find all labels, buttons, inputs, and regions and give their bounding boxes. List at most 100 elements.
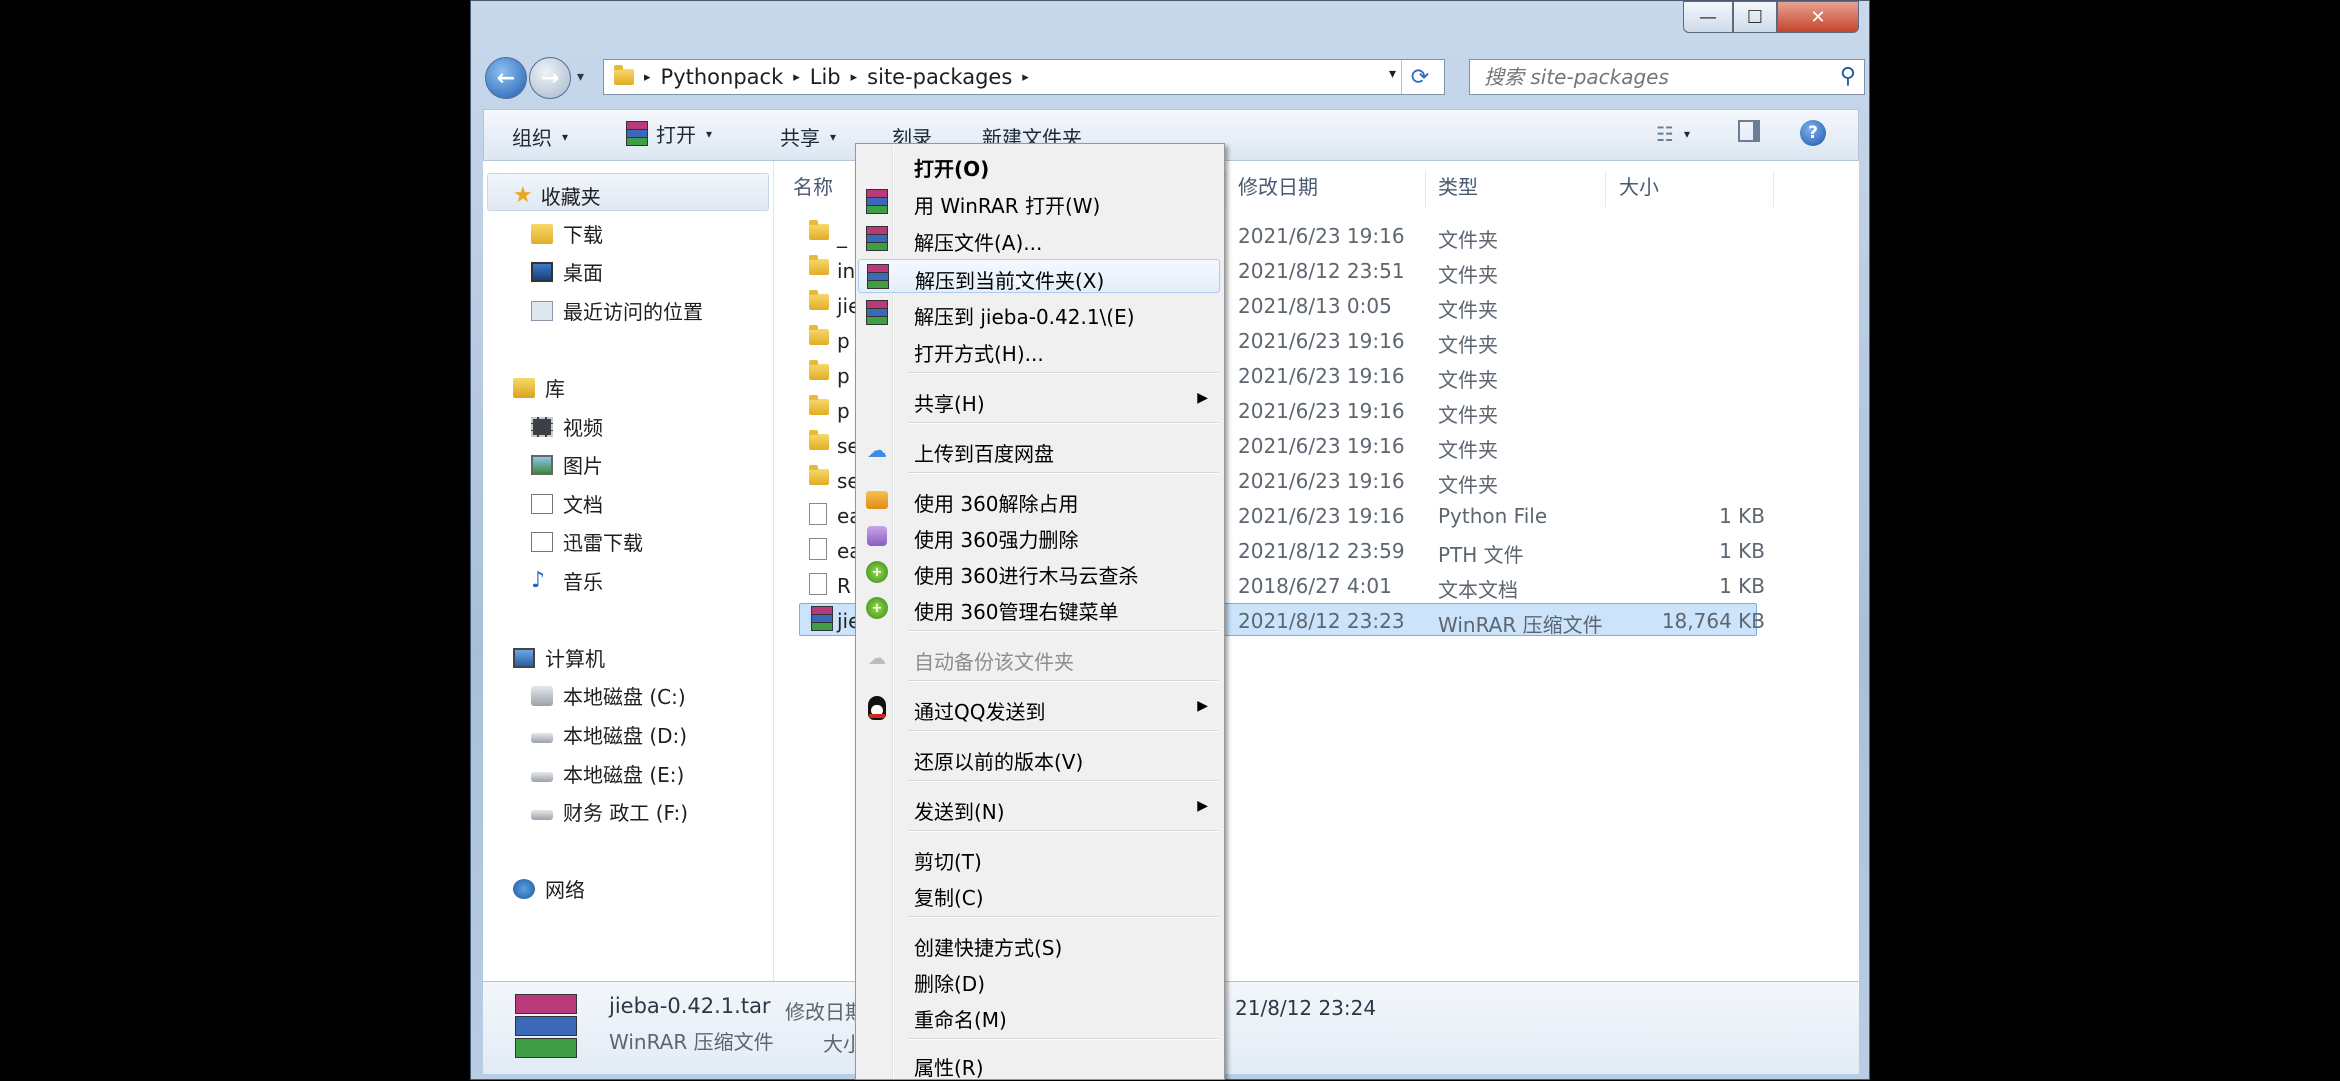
menu-item-extract-here[interactable]: 解压到当前文件夹(X) xyxy=(858,259,1220,293)
menu-item-rename[interactable]: 重命名(M) xyxy=(858,999,1220,1033)
address-dropdown[interactable]: ▾ xyxy=(1389,66,1396,82)
menu-item-360-scan[interactable]: + 使用 360进行木马云查杀 xyxy=(858,555,1220,589)
menu-separator xyxy=(908,730,1218,732)
menu-label: 使用 360强力删除 xyxy=(914,528,1079,552)
winrar-icon xyxy=(864,189,890,215)
nav-drive-f[interactable]: 财务 政工 (F:) xyxy=(531,797,688,826)
column-type[interactable]: 类型 xyxy=(1438,171,1478,200)
music-icon: ♪ xyxy=(531,568,546,593)
column-divider[interactable] xyxy=(1605,171,1606,207)
menu-separator xyxy=(908,780,1218,782)
column-divider[interactable] xyxy=(1225,171,1226,207)
minimize-button[interactable]: — xyxy=(1683,1,1733,33)
file-name: in xyxy=(837,259,856,283)
navigation-bar: ← → ▾ ▸ Pythonpack ▸ Lib ▸ site-packages… xyxy=(485,57,1865,101)
nav-libraries[interactable]: 库 xyxy=(513,373,565,402)
nav-network-label: 网络 xyxy=(545,878,585,902)
menu-item-create-shortcut[interactable]: 创建快捷方式(S) xyxy=(858,927,1220,961)
nav-pictures-label: 图片 xyxy=(563,454,603,478)
search-box[interactable]: ⚲ xyxy=(1469,59,1865,95)
menu-item-360-delete[interactable]: 使用 360强力删除 xyxy=(858,519,1220,553)
menu-item-extract-to-folder[interactable]: 解压到 jieba-0.42.1\(E) xyxy=(858,296,1220,330)
forward-button[interactable]: → xyxy=(529,57,571,99)
address-bar[interactable]: ▸ Pythonpack ▸ Lib ▸ site-packages ▸ ▾ ⟳ xyxy=(603,59,1445,95)
menu-item-360-menu-manager[interactable]: + 使用 360管理右键菜单 xyxy=(858,591,1220,625)
search-icon[interactable]: ⚲ xyxy=(1840,64,1856,89)
menu-item-restore-versions[interactable]: 还原以前的版本(V) xyxy=(858,741,1220,775)
nav-downloads[interactable]: 下载 xyxy=(531,219,603,248)
share-button[interactable]: 共享 ▾ xyxy=(780,122,836,151)
menu-item-open-winrar[interactable]: 用 WinRAR 打开(W) xyxy=(858,185,1220,219)
menu-item-send-via-qq[interactable]: 通过QQ发送到 ▶ xyxy=(858,691,1220,725)
help-button[interactable]: ? xyxy=(1800,120,1826,146)
refresh-icon[interactable]: ⟳ xyxy=(1401,60,1438,94)
menu-item-extract[interactable]: 解压文件(A)... xyxy=(858,222,1220,256)
column-name[interactable]: 名称 xyxy=(793,171,833,200)
column-date[interactable]: 修改日期 xyxy=(1238,171,1318,200)
file-size: 1 KB xyxy=(1719,539,1765,563)
file-date: 2021/6/23 19:16 xyxy=(1238,364,1405,388)
organize-button[interactable]: 组织 ▾ xyxy=(512,122,568,151)
breadcrumb-separator[interactable]: ▸ xyxy=(793,70,800,85)
menu-separator xyxy=(908,916,1218,918)
menu-item-copy[interactable]: 复制(C) xyxy=(858,877,1220,911)
nav-music[interactable]: ♪ 音乐 xyxy=(531,566,603,595)
nav-videos[interactable]: 视频 xyxy=(531,412,603,441)
star-icon: ★ xyxy=(513,183,533,208)
search-input[interactable] xyxy=(1470,60,1816,94)
open-button[interactable]: 打开 ▾ xyxy=(624,119,712,148)
view-options-button[interactable]: ☷ ▾ xyxy=(1656,122,1690,146)
breadcrumb-separator[interactable]: ▸ xyxy=(851,70,858,85)
back-button[interactable]: ← xyxy=(485,57,527,99)
360-security-icon: + xyxy=(864,559,890,585)
breadcrumb-separator[interactable]: ▸ xyxy=(1022,70,1029,85)
menu-item-send-to[interactable]: 发送到(N) ▶ xyxy=(858,791,1220,825)
nav-desktop[interactable]: 桌面 xyxy=(531,257,603,286)
winrar-large-icon xyxy=(513,994,577,1058)
menu-item-cut[interactable]: 剪切(T) xyxy=(858,841,1220,875)
breadcrumb-pythonpack[interactable]: Pythonpack xyxy=(661,65,784,89)
nav-favorites[interactable]: ★ 收藏夹 xyxy=(513,181,601,210)
submenu-arrow-icon: ▶ xyxy=(1197,698,1208,714)
nav-drive-c[interactable]: 本地磁盘 (C:) xyxy=(531,681,686,710)
menu-separator xyxy=(908,830,1218,832)
drive-icon xyxy=(531,771,553,782)
winrar-icon xyxy=(865,264,891,290)
close-button[interactable]: ✕ xyxy=(1777,1,1859,33)
column-divider[interactable] xyxy=(1425,171,1426,207)
breadcrumb-site-packages[interactable]: site-packages xyxy=(867,65,1012,89)
menu-item-properties[interactable]: 属性(R) xyxy=(858,1047,1220,1081)
nav-pictures[interactable]: 图片 xyxy=(531,450,603,479)
file-name: p xyxy=(837,329,850,353)
nav-documents[interactable]: 文档 xyxy=(531,489,603,518)
recent-pages-dropdown[interactable]: ▾ xyxy=(577,69,584,85)
column-divider[interactable] xyxy=(1773,171,1774,207)
context-menu: 打开(O) 用 WinRAR 打开(W) 解压文件(A)... 解压到当前文件夹… xyxy=(855,143,1225,1080)
python-file-icon xyxy=(809,503,827,525)
nav-drive-e[interactable]: 本地磁盘 (E:) xyxy=(531,759,684,788)
menu-label: 还原以前的版本(V) xyxy=(914,750,1084,774)
column-size[interactable]: 大小 xyxy=(1619,171,1659,200)
nav-recent[interactable]: 最近访问的位置 xyxy=(531,296,703,325)
folder-icon xyxy=(809,255,829,275)
folder-icon xyxy=(809,220,829,240)
menu-label: 打开方式(H)... xyxy=(914,342,1044,366)
breadcrumb-separator[interactable]: ▸ xyxy=(644,70,651,85)
nav-network[interactable]: 网络 xyxy=(513,874,585,903)
menu-item-open[interactable]: 打开(O) xyxy=(858,148,1220,182)
nav-drive-d[interactable]: 本地磁盘 (D:) xyxy=(531,720,687,749)
preview-pane-button[interactable] xyxy=(1738,120,1760,142)
maximize-button[interactable]: ☐ xyxy=(1733,1,1777,33)
breadcrumb-lib[interactable]: Lib xyxy=(810,65,841,89)
menu-item-share[interactable]: 共享(H) ▶ xyxy=(858,383,1220,417)
menu-separator xyxy=(908,472,1218,474)
menu-item-baidu-upload[interactable]: ☁ 上传到百度网盘 xyxy=(858,433,1220,467)
nav-music-label: 音乐 xyxy=(563,570,603,594)
nav-thunder[interactable]: 迅雷下载 xyxy=(531,527,643,556)
menu-item-delete[interactable]: 删除(D) xyxy=(858,963,1220,997)
nav-computer[interactable]: 计算机 xyxy=(513,643,605,672)
360-unlock-icon xyxy=(864,487,890,513)
menu-item-open-with[interactable]: 打开方式(H)... xyxy=(858,333,1220,367)
menu-item-360-unlock[interactable]: 使用 360解除占用 xyxy=(858,483,1220,517)
share-label: 共享 xyxy=(780,126,820,150)
